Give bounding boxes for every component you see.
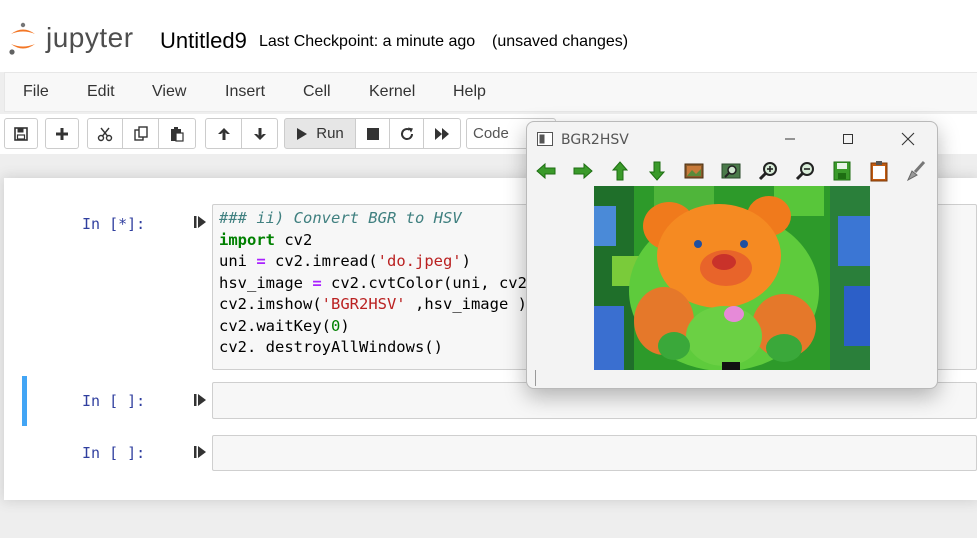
code-token: import: [219, 230, 275, 249]
menu-kernel[interactable]: Kernel: [369, 83, 415, 101]
image-icon[interactable]: [683, 160, 705, 182]
cut-icon: [97, 127, 113, 141]
menu-edit[interactable]: Edit: [87, 83, 115, 101]
clipboard-icon[interactable]: [868, 160, 890, 182]
code-token: cv2.waitKey(: [219, 316, 331, 335]
window-title: BGR2HSV: [561, 132, 629, 148]
move-down-button[interactable]: [241, 118, 278, 149]
code-token: hsv_image: [219, 273, 313, 292]
paste-icon: [171, 126, 184, 142]
copy-button[interactable]: [122, 118, 159, 149]
code-token: ### ii) Convert BGR to HSV: [219, 209, 462, 227]
window-titlebar[interactable]: BGR2HSV: [527, 122, 937, 156]
run-cell-icon[interactable]: [194, 215, 206, 229]
menu-insert[interactable]: Insert: [225, 83, 265, 101]
code-cell[interactable]: In [ ]:: [22, 430, 977, 476]
arrow-up-icon[interactable]: [609, 160, 631, 182]
jupyter-logo[interactable]: jupyter: [8, 20, 148, 60]
cell-input[interactable]: [212, 435, 977, 471]
minimize-button[interactable]: [775, 128, 805, 150]
arrow-left-icon[interactable]: [535, 160, 557, 182]
maximize-button[interactable]: [833, 128, 863, 150]
cell-prompt: In [ ]:: [82, 392, 146, 410]
restart-icon: [400, 127, 413, 140]
arrow-down-icon: [253, 127, 266, 140]
selection-indicator: [22, 376, 27, 426]
fast-forward-icon: [435, 127, 449, 140]
arrow-right-icon[interactable]: [572, 160, 594, 182]
opencv-window[interactable]: BGR2HSV: [526, 121, 938, 389]
code-token: uni: [219, 252, 257, 270]
menubar: File Edit View Insert Cell Kernel Help: [4, 72, 977, 112]
cell-prompt: In [*]:: [82, 215, 146, 233]
restart-run-all-button[interactable]: [423, 118, 461, 149]
run-icon: [297, 127, 308, 140]
zoom-in-icon[interactable]: [757, 160, 779, 182]
cell-prompt: In [ ]:: [82, 444, 146, 462]
restart-button[interactable]: [389, 118, 424, 149]
code-token: =: [312, 273, 322, 292]
menu-view[interactable]: View: [152, 83, 186, 101]
hsv-image: [594, 186, 870, 370]
run-cell-icon[interactable]: [194, 445, 206, 459]
opencv-toolbar: [527, 158, 937, 186]
checkpoint-status: Last Checkpoint: a minute ago: [259, 33, 476, 50]
arrow-up-icon: [217, 127, 230, 140]
save-icon[interactable]: [831, 160, 853, 182]
close-button[interactable]: [893, 128, 923, 150]
move-up-button[interactable]: [205, 118, 242, 149]
save-button[interactable]: [4, 118, 38, 149]
code-token: cv2.imread(: [265, 252, 378, 270]
code-token: =: [256, 252, 266, 270]
notebook-name[interactable]: Untitled9: [160, 28, 247, 54]
stop-icon: [366, 127, 379, 140]
minimize-icon: [785, 138, 795, 140]
code-token: cv2. destroyAllWindows(): [219, 338, 443, 356]
zoom-out-icon[interactable]: [794, 160, 816, 182]
logo-text: jupyter: [46, 22, 134, 53]
menu-help[interactable]: Help: [453, 83, 486, 101]
status-bar: [535, 370, 536, 386]
jupyter-logo-icon: [9, 22, 35, 55]
plus-icon: [56, 127, 68, 140]
cut-button[interactable]: [87, 118, 123, 149]
menu-cell[interactable]: Cell: [303, 83, 331, 101]
paste-button[interactable]: [158, 118, 196, 149]
code-token: cv2: [275, 230, 313, 249]
code-token: ): [461, 252, 471, 270]
header: jupyter Untitled9 Last Checkpoint: a min…: [0, 0, 977, 72]
code-token: ,hsv_image ): [405, 295, 527, 313]
menu-file[interactable]: File: [23, 83, 49, 101]
window-app-icon: [537, 132, 553, 146]
close-icon: [901, 132, 915, 146]
code-token: ): [340, 316, 350, 335]
code-token: 0: [330, 316, 341, 335]
maximize-icon: [843, 134, 853, 144]
run-label: Run: [316, 125, 344, 142]
copy-icon: [133, 125, 148, 141]
interrupt-button[interactable]: [355, 118, 390, 149]
insert-cell-button[interactable]: [45, 118, 79, 149]
zoom-rect-icon[interactable]: [720, 160, 742, 182]
code-token: cv2.cvtColor(uni, cv2.: [321, 273, 537, 292]
arrow-down-icon[interactable]: [646, 160, 668, 182]
run-button[interactable]: Run: [284, 118, 356, 149]
save-status: (unsaved changes): [492, 33, 629, 50]
save-icon: [14, 126, 28, 141]
code-token: cv2.imshow(: [219, 295, 322, 313]
run-cell-icon[interactable]: [194, 393, 206, 407]
brush-icon[interactable]: [905, 160, 927, 182]
code-token: 'do.jpeg': [377, 252, 462, 270]
code-token: 'BGR2HSV': [321, 295, 406, 313]
